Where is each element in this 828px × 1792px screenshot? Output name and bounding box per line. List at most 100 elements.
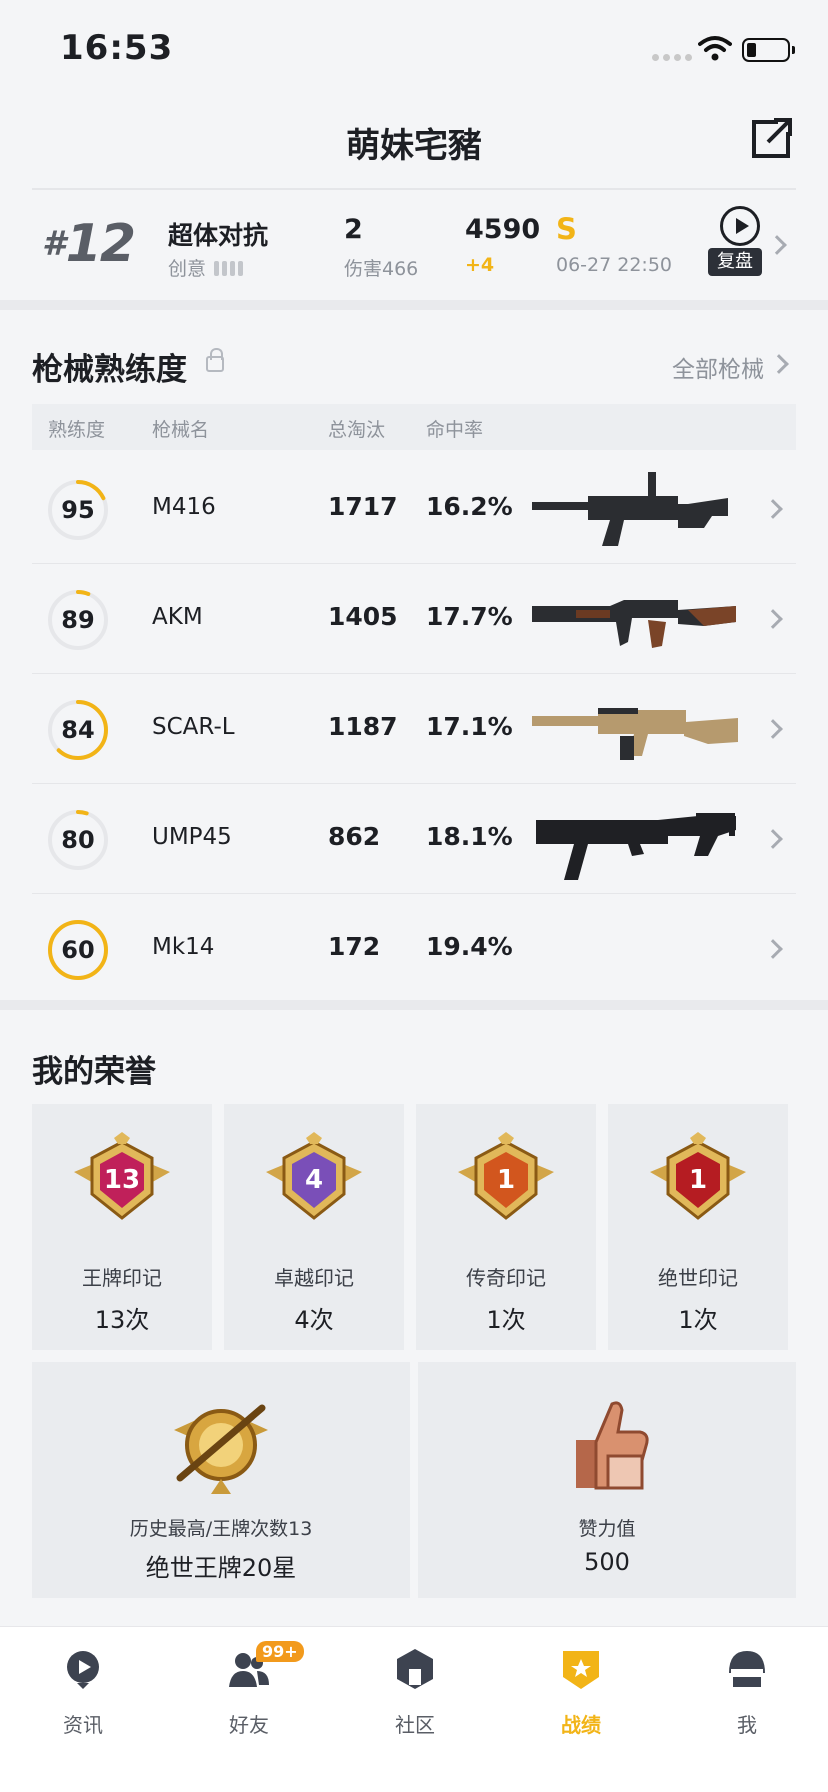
weapon-eliminations: 862: [328, 822, 381, 851]
all-weapons-link[interactable]: 全部枪械: [672, 350, 764, 384]
weapon-image: [532, 708, 738, 760]
bottom-tab-bar: 资讯 99+ 好友 社区 战绩 我: [0, 1626, 828, 1792]
chevron-right-icon: [763, 499, 783, 519]
weapon-accuracy: 17.1%: [426, 712, 513, 741]
weapons-table-header: 熟练度 枪械名 总淘汰 命中率: [32, 404, 796, 450]
weapon-eliminations: 1717: [328, 492, 398, 521]
chevron-right-icon: [769, 354, 789, 374]
match-damage: 伤害466: [344, 258, 419, 280]
mastery-ring: 84: [46, 698, 110, 762]
header-weapon-name: 枪械名: [152, 419, 210, 441]
weapon-row[interactable]: 80 UMP45 862 18.1%: [32, 784, 796, 894]
svg-text:4: 4: [305, 1165, 323, 1195]
tab-profile-label: 我: [737, 1713, 757, 1737]
share-icon[interactable]: [748, 114, 796, 162]
mastery-ring: 80: [46, 808, 110, 872]
weapon-row[interactable]: 95 M416 1717 16.2%: [32, 454, 796, 564]
header-accuracy: 命中率: [426, 419, 484, 441]
chevron-right-icon: [763, 719, 783, 739]
news-icon: [67, 1651, 99, 1689]
mastery-value: 95: [61, 496, 95, 524]
mastery-ring: 95: [46, 478, 110, 542]
likes-card[interactable]: 赞力值 500: [418, 1362, 796, 1598]
weapon-image: [532, 472, 728, 546]
section-gap: [0, 1000, 828, 1010]
weapon-row[interactable]: 84 SCAR-L 1187 17.1%: [32, 674, 796, 784]
tab-profile[interactable]: 我: [664, 1639, 828, 1749]
replay-button[interactable]: 复盘: [708, 206, 766, 286]
svg-text:1: 1: [497, 1165, 515, 1195]
section-gap: [0, 300, 828, 310]
weapon-eliminations: 172: [328, 932, 381, 961]
honor-count: 4次: [294, 1306, 334, 1334]
match-kills: 2: [344, 214, 363, 245]
mastery-value: 60: [61, 936, 95, 964]
weapon-row[interactable]: 89 AKM 1405 17.7%: [32, 564, 796, 674]
honor-label: 王牌印记: [82, 1266, 162, 1290]
thumbs-up-icon: [576, 1401, 649, 1490]
svg-text:13: 13: [104, 1165, 140, 1195]
tab-community[interactable]: 社区: [332, 1639, 498, 1749]
match-grade: S: [556, 212, 577, 246]
highest-rank-value: 绝世王牌20星: [145, 1554, 297, 1582]
match-creator: 创意: [168, 254, 246, 281]
tab-community-label: 社区: [395, 1713, 435, 1737]
likes-label: 赞力值: [578, 1518, 636, 1540]
weapon-name: AKM: [152, 604, 203, 630]
weapon-image: [536, 813, 736, 880]
honor-card[interactable]: 13 王牌印记 13次: [32, 1104, 212, 1350]
chevron-right-icon: [763, 829, 783, 849]
highest-rank-card[interactable]: 历史最高/王牌次数13 绝世王牌20星: [32, 1362, 410, 1598]
svg-text:1: 1: [689, 1165, 707, 1195]
header-eliminations: 总淘汰: [328, 419, 386, 441]
match-score: 4590: [465, 214, 541, 245]
tab-friends[interactable]: 99+ 好友: [166, 1639, 332, 1749]
tab-records[interactable]: 战绩: [498, 1639, 664, 1749]
divider: [32, 188, 796, 190]
profile-icon: [729, 1651, 765, 1687]
tab-friends-label: 好友: [229, 1713, 269, 1737]
page-title: 萌妹宅豬: [346, 126, 482, 166]
highest-rank-label: 历史最高/王牌次数13: [129, 1518, 313, 1540]
weapon-accuracy: 16.2%: [426, 492, 513, 521]
honor-emblem: 13: [74, 1132, 170, 1220]
mastery-value: 80: [61, 826, 95, 854]
likes-value: 500: [584, 1548, 630, 1576]
honors-section-title: 我的荣誉: [32, 1054, 156, 1090]
battery-icon: [742, 38, 795, 62]
chevron-right-icon: [767, 235, 787, 255]
weapon-row[interactable]: 60 Mk14 172 19.4%: [32, 894, 796, 1004]
mastery-value: 89: [61, 606, 95, 634]
honor-emblem: 1: [458, 1132, 554, 1220]
replay-label: 复盘: [708, 248, 762, 276]
tab-news[interactable]: 资讯: [0, 1639, 166, 1749]
recent-match-row[interactable]: #12 超体对抗 创意 2 伤害466 4590 +4 S 06-27 22:5…: [32, 192, 796, 298]
chevron-right-icon: [763, 939, 783, 959]
match-mode: 超体对抗: [168, 221, 269, 250]
weapon-eliminations: 1187: [328, 712, 398, 741]
weapon-name: M416: [152, 494, 216, 520]
signal-icon: [652, 54, 692, 61]
match-score-change: +4: [465, 254, 495, 276]
weapon-accuracy: 17.7%: [426, 602, 513, 631]
honor-emblem: 1: [650, 1132, 746, 1220]
honor-count: 1次: [486, 1306, 526, 1334]
honor-count: 1次: [678, 1306, 718, 1334]
wifi-icon: [698, 36, 732, 61]
honor-card[interactable]: 4 卓越印记 4次: [224, 1104, 404, 1350]
mastery-value: 84: [61, 716, 95, 744]
community-icon: [397, 1649, 433, 1689]
mastery-ring: 60: [46, 918, 110, 982]
honor-card[interactable]: 1 传奇印记 1次: [416, 1104, 596, 1350]
status-time: 16:53: [60, 28, 174, 68]
highest-rank-emblem: [174, 1404, 268, 1494]
weapon-eliminations: 1405: [328, 602, 398, 631]
honor-label: 绝世印记: [658, 1266, 738, 1290]
weapon-name: UMP45: [152, 824, 232, 850]
lock-icon[interactable]: [206, 348, 224, 372]
chevron-right-icon: [763, 609, 783, 629]
team-players-icon: [214, 261, 244, 276]
tab-news-label: 资讯: [63, 1713, 103, 1737]
honor-card[interactable]: 1 绝世印记 1次: [608, 1104, 788, 1350]
weapons-section-title: 枪械熟练度: [32, 352, 187, 388]
